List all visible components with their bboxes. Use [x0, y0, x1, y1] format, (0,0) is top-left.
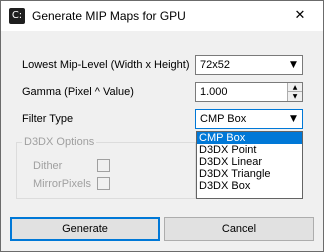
dialog-window: C: Generate MIP Maps for GPU ✕ Lowest Mi… — [0, 0, 324, 252]
filter-type-dropdown-list: CMP Box D3DX Point D3DX Linear D3DX Triangl… — [196, 131, 303, 199]
d3dx-options-title: D3DX Options — [22, 136, 97, 148]
title-bar[interactable]: C: Generate MIP Maps for GPU ✕ — [1, 1, 323, 31]
gamma-spinbox[interactable]: 1.000 ▲ ▼ — [195, 82, 303, 102]
filter-type-combobox[interactable]: CMP Box ▼ — [195, 109, 303, 129]
generate-button[interactable]: Generate — [10, 217, 160, 241]
window-title: Generate MIP Maps for GPU — [32, 9, 186, 23]
lowest-mip-value: 72x52 — [200, 59, 230, 71]
dither-label: Dither — [33, 160, 63, 172]
mirror-pixels-label: MirrorPixels — [33, 178, 92, 190]
dropdown-option[interactable]: CMP Box — [197, 132, 302, 144]
dropdown-option[interactable]: D3DX Box — [197, 180, 302, 192]
dropdown-option[interactable]: D3DX Triangle — [197, 168, 302, 180]
lowest-mip-label: Lowest Mip-Level (Width x Height) — [22, 59, 190, 71]
close-button[interactable]: ✕ — [277, 1, 323, 31]
gamma-spin-buttons: ▲ ▼ — [287, 83, 302, 101]
gamma-value: 1.000 — [200, 86, 228, 98]
dropdown-option[interactable]: D3DX Linear — [197, 156, 302, 168]
spin-up-icon[interactable]: ▲ — [288, 83, 302, 92]
dither-checkbox[interactable] — [97, 159, 110, 172]
cancel-button[interactable]: Cancel — [164, 217, 314, 241]
close-icon: ✕ — [294, 8, 306, 23]
chevron-down-icon[interactable]: ▼ — [285, 56, 302, 74]
app-icon: C: — [9, 8, 25, 24]
mirror-pixels-checkbox[interactable] — [97, 177, 110, 190]
dialog-body: Lowest Mip-Level (Width x Height) 72x52 … — [8, 39, 317, 241]
gamma-label: Gamma (Pixel ^ Value) — [22, 86, 134, 98]
filter-type-value: CMP Box — [200, 113, 247, 125]
chevron-down-icon[interactable]: ▼ — [285, 110, 302, 128]
filter-type-label: Filter Type — [22, 113, 74, 125]
dropdown-option[interactable]: D3DX Point — [197, 144, 302, 156]
spin-down-icon[interactable]: ▼ — [288, 92, 302, 101]
lowest-mip-combobox[interactable]: 72x52 ▼ — [195, 55, 303, 75]
